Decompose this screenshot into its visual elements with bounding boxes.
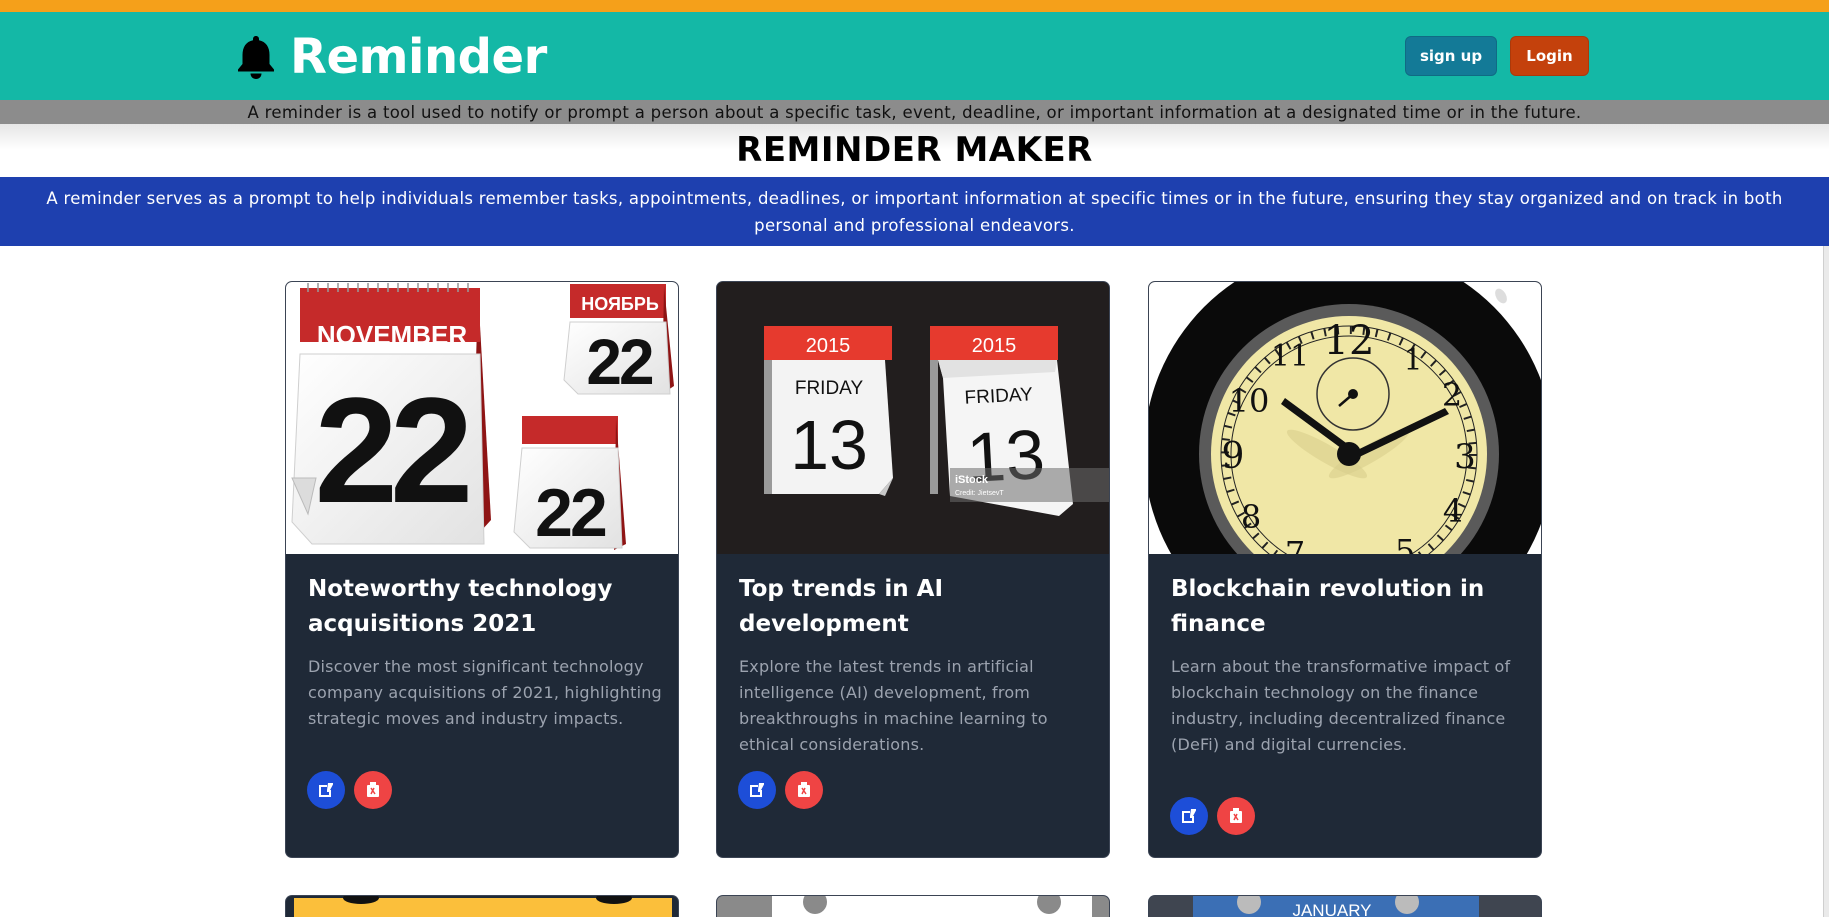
delete-button[interactable]: [354, 771, 392, 809]
watermark-brand: iStock: [955, 474, 989, 486]
numeral-11: 11: [1271, 339, 1309, 374]
top-accent-strip: [0, 0, 1829, 12]
edit-icon: [1182, 809, 1196, 823]
numeral-4: 4: [1443, 492, 1463, 530]
year-label-left: 2015: [806, 335, 851, 357]
description-banner: A reminder serves as a prompt to help in…: [0, 177, 1829, 246]
weekday-label-right: FRIDAY: [964, 384, 1034, 409]
small-day-number-bottom: 22: [535, 475, 606, 551]
card-image-partial: [772, 896, 1092, 917]
card-image-clock: 12 1 2 3 4 5 7 8 9 10 11: [1149, 282, 1541, 554]
numeral-10: 10: [1229, 382, 1270, 420]
card-blockchain-finance: 12 1 2 3 4 5 7 8 9 10 11 Blockchain revo…: [1148, 281, 1542, 858]
watermark-credit: Credit: JietsevT: [955, 490, 1004, 497]
page-title: REMINDER MAKER: [736, 130, 1093, 170]
big-day-number: 22: [315, 366, 468, 534]
edit-button[interactable]: [307, 771, 345, 809]
card-row2-left: [285, 895, 679, 917]
card-image-partial: [294, 896, 672, 917]
brand-name: Reminder: [290, 29, 547, 85]
calendar-illustration: NOVEMBER 22 НОЯБРЬ 22 22: [291, 283, 674, 551]
card-title: Top trends in AI development: [739, 576, 944, 637]
numeral-8: 8: [1241, 498, 1261, 536]
delete-button[interactable]: [785, 771, 823, 809]
alarm-clock-illustration: 12 1 2 3 4 5 7 8 9 10 11: [1149, 282, 1541, 554]
tagline-text: A reminder is a tool used to notify or p…: [247, 102, 1582, 122]
year-label-right: 2015: [972, 335, 1017, 357]
card-image-partial: JANUARY: [1193, 896, 1479, 917]
description-text: A reminder serves as a prompt to help in…: [46, 188, 1783, 235]
numeral-5: 5: [1395, 532, 1415, 554]
numeral-1: 1: [1403, 343, 1422, 378]
card-actions: [1170, 797, 1255, 835]
card-title: Noteworthy technology acquisitions 2021: [308, 576, 613, 637]
small-day-number-top: 22: [586, 326, 653, 398]
card-actions: [307, 771, 392, 809]
scrollbar-track[interactable]: [1823, 246, 1829, 917]
card-title: Blockchain revolution in finance: [1171, 576, 1485, 637]
card-description: Learn about the transformative impact of…: [1171, 657, 1511, 754]
edit-button[interactable]: [738, 771, 776, 809]
delete-icon: [367, 782, 379, 797]
card-row2-middle: [716, 895, 1110, 917]
delete-icon: [1230, 808, 1242, 823]
day-label-left: 13: [790, 406, 868, 484]
site-header: Reminder sign up Login: [0, 12, 1829, 100]
month-label-january: JANUARY: [1292, 901, 1371, 917]
delete-icon: [798, 782, 810, 797]
numeral-12: 12: [1324, 318, 1375, 364]
edit-icon: [319, 783, 333, 797]
delete-button[interactable]: [1217, 797, 1255, 835]
card-description: Explore the latest trends in artificial …: [739, 657, 1048, 754]
card-image-friday13: 2015 FRIDAY 13 2015 FRIDAY 13 iStock Cre…: [717, 282, 1109, 554]
month-label-russian: НОЯБРЬ: [581, 294, 659, 314]
bell-icon: [238, 36, 274, 79]
card-row2-right: JANUARY: [1148, 895, 1542, 917]
signup-button[interactable]: sign up: [1405, 36, 1497, 76]
card-actions: [738, 771, 823, 809]
friday13-illustration: 2015 FRIDAY 13 2015 FRIDAY 13 iStock Cre…: [764, 326, 1109, 516]
tagline-bar: A reminder is a tool used to notify or p…: [0, 100, 1829, 124]
edit-icon: [750, 783, 764, 797]
edit-button[interactable]: [1170, 797, 1208, 835]
card-image-calendars: NOVEMBER 22 НОЯБРЬ 22 22: [286, 282, 678, 554]
card-description: Discover the most significant technology…: [308, 657, 662, 728]
month-label-november: NOVEMBER: [317, 320, 467, 350]
login-button[interactable]: Login: [1510, 36, 1589, 76]
card-technology-acquisitions: NOVEMBER 22 НОЯБРЬ 22 22 Noteworthy tech…: [285, 281, 679, 858]
numeral-9: 9: [1222, 436, 1245, 477]
weekday-label-left: FRIDAY: [795, 378, 864, 399]
card-ai-trends: 2015 FRIDAY 13 2015 FRIDAY 13 iStock Cre…: [716, 281, 1110, 858]
numeral-3: 3: [1454, 437, 1476, 477]
numeral-7: 7: [1285, 534, 1305, 554]
brand-logo[interactable]: Reminder: [236, 32, 547, 82]
